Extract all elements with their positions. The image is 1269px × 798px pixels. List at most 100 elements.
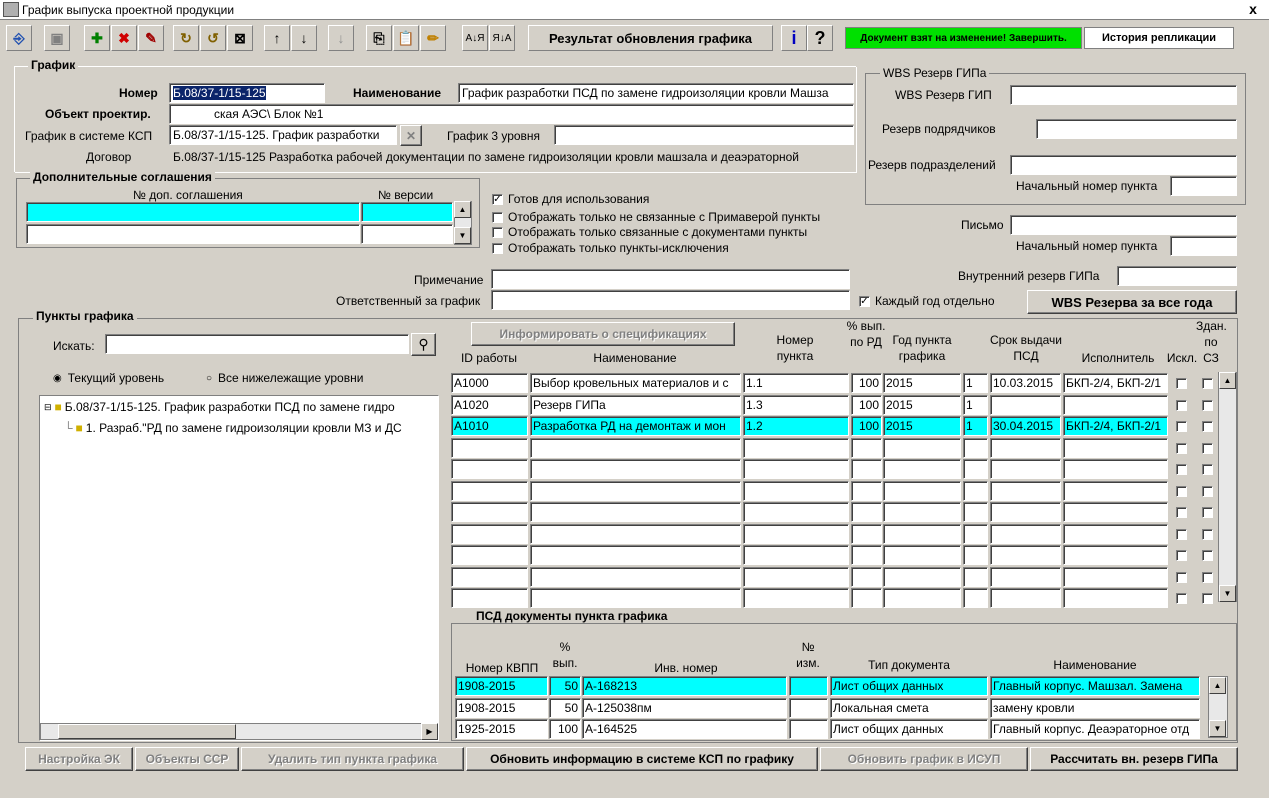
paste-icon[interactable]: 📋 xyxy=(393,25,419,51)
cancel-link-icon[interactable]: ⊠ xyxy=(227,25,253,51)
grid-cell-v[interactable] xyxy=(963,566,988,587)
scroll-down-icon[interactable]: ▼ xyxy=(454,227,471,244)
doc-cell-izm[interactable] xyxy=(789,719,828,739)
grid-cell-id[interactable]: А1020 xyxy=(451,394,528,415)
grid-cell-id[interactable] xyxy=(451,502,528,522)
grid-cell-year[interactable]: 2015 xyxy=(883,394,961,415)
grid-cell-name[interactable]: Резерв ГИПа xyxy=(530,394,741,415)
sort-desc-icon[interactable]: Я↓А xyxy=(489,25,515,51)
only-linked-docs-checkbox[interactable]: Отображать только связанные с документам… xyxy=(492,225,807,239)
grid-cell-v[interactable] xyxy=(963,502,988,522)
wbs-gip-field[interactable] xyxy=(1010,85,1237,105)
grid-cell-num[interactable] xyxy=(743,459,849,479)
grid-cell-term[interactable] xyxy=(990,394,1061,415)
grid-cell-pct[interactable] xyxy=(851,502,882,522)
grid-excl-checkbox[interactable] xyxy=(1176,442,1187,454)
grid-cell-name[interactable]: Выбор кровельных материалов и с xyxy=(530,373,741,393)
scroll-down-icon[interactable]: ▼ xyxy=(1209,720,1226,737)
grid-excl-checkbox[interactable] xyxy=(1176,507,1187,518)
grid-cell-exec[interactable] xyxy=(1063,566,1168,587)
letter-field[interactable] xyxy=(1010,215,1237,235)
doc-cell-pct[interactable]: 50 xyxy=(549,697,581,718)
grid-cell-year[interactable] xyxy=(883,459,961,479)
grid-cell-year[interactable] xyxy=(883,545,961,565)
doc-cell-name[interactable]: Главный корпус. Машзал. Замена xyxy=(990,676,1200,696)
version-cell[interactable] xyxy=(361,224,453,244)
grid-cell-num[interactable]: 1.2 xyxy=(743,416,849,436)
grid-sz-checkbox[interactable] xyxy=(1202,593,1213,604)
tree-child-node[interactable]: └ ■ 1. Разраб."РД по замене гидроизоляции … xyxy=(64,421,402,435)
grid-cell-id[interactable]: А1010 xyxy=(451,416,528,436)
grid-cell-term[interactable] xyxy=(990,545,1061,565)
grid-cell-v[interactable]: 1 xyxy=(963,416,988,436)
replication-history-button[interactable]: История репликации xyxy=(1084,27,1234,49)
doc-cell-izm[interactable] xyxy=(789,676,828,696)
grid-sz-checkbox[interactable] xyxy=(1202,399,1213,411)
inform-specifications-button[interactable]: Информировать о спецификациях xyxy=(471,322,735,346)
grid-cell-term[interactable] xyxy=(990,566,1061,587)
grid-cell-year[interactable] xyxy=(883,480,961,501)
contractors-reserve-field[interactable] xyxy=(1036,119,1237,139)
calc-reserve-button[interactable]: Рассчитать вн. резерв ГИПа xyxy=(1030,747,1238,771)
grid-cell-year[interactable] xyxy=(883,566,961,587)
grid-cell-exec[interactable] xyxy=(1063,480,1168,501)
move-down-icon[interactable]: ↓ xyxy=(291,25,317,51)
version-cell[interactable] xyxy=(361,202,453,222)
scroll-up-icon[interactable]: ▲ xyxy=(454,201,471,218)
scroll-up-icon[interactable]: ▲ xyxy=(1209,677,1226,694)
only-not-linked-checkbox[interactable]: Отображать только не связанные с Примаве… xyxy=(492,210,820,224)
grid-cell-pct[interactable] xyxy=(851,480,882,501)
grid-cell-name[interactable] xyxy=(530,588,741,608)
doc-cell-izm[interactable] xyxy=(789,697,828,718)
start-number2-field[interactable] xyxy=(1170,236,1237,256)
grid-sz-checkbox[interactable] xyxy=(1202,442,1213,454)
grid-excl-checkbox[interactable] xyxy=(1176,571,1187,583)
scroll-down-icon[interactable]: ▼ xyxy=(1219,585,1236,602)
grid-cell-year[interactable] xyxy=(883,588,961,608)
grid-cell-v[interactable] xyxy=(963,545,988,565)
ksp-field[interactable]: Б.08/37-1/15-125. График разработки xyxy=(169,125,397,145)
ssr-objects-button[interactable]: Объекты ССР xyxy=(135,747,239,771)
divisions-reserve-field[interactable] xyxy=(1010,155,1237,175)
delete-icon[interactable]: ✖ xyxy=(111,25,137,51)
grid-cell-pct[interactable]: 100 xyxy=(851,394,882,415)
grid-cell-id[interactable] xyxy=(451,566,528,587)
grid-cell-exec[interactable] xyxy=(1063,545,1168,565)
grid-cell-num[interactable] xyxy=(743,523,849,544)
grid-cell-v[interactable] xyxy=(963,437,988,458)
grid-cell-year[interactable]: 2015 xyxy=(883,373,961,393)
grid-cell-name[interactable]: Разработка РД на демонтаж и мон xyxy=(530,416,741,436)
grid-cell-num[interactable] xyxy=(743,437,849,458)
grid-sz-checkbox[interactable] xyxy=(1202,550,1213,561)
grid-cell-year[interactable]: 2015 xyxy=(883,416,961,436)
scroll-thumb[interactable] xyxy=(58,724,236,739)
grid-cell-exec[interactable] xyxy=(1063,437,1168,458)
exit-icon[interactable]: ⎆ xyxy=(6,25,32,51)
object-field[interactable]: ская АЭС\ Блок №1 xyxy=(169,104,854,124)
start-number-field[interactable] xyxy=(1170,176,1237,196)
grid-cell-pct[interactable] xyxy=(851,588,882,608)
doc-cell-inv[interactable]: А-168213 xyxy=(582,676,787,696)
grid-cell-exec[interactable]: БКП-2/4, БКП-2/1 xyxy=(1063,373,1168,393)
grid-cell-v[interactable] xyxy=(963,459,988,479)
update-isup-button[interactable]: Обновить график в ИСУП xyxy=(820,747,1028,771)
grid-scrollbar[interactable] xyxy=(1218,372,1237,602)
grid-cell-num[interactable]: 1.3 xyxy=(743,394,849,415)
doc-cell-name[interactable]: замену кровли xyxy=(990,697,1200,718)
grid-sz-checkbox[interactable] xyxy=(1202,378,1213,389)
add-icon[interactable]: ✚ xyxy=(84,25,110,51)
grid-excl-checkbox[interactable] xyxy=(1176,421,1187,432)
delete-point-type-button[interactable]: Удалить тип пункта графика xyxy=(241,747,464,771)
grid-excl-checkbox[interactable] xyxy=(1176,550,1187,561)
grid-cell-id[interactable] xyxy=(451,437,528,458)
grid-cell-name[interactable] xyxy=(530,437,741,458)
note-field[interactable] xyxy=(491,269,850,289)
binoculars-icon[interactable]: ⚲ xyxy=(411,333,436,356)
grid-cell-term[interactable] xyxy=(990,459,1061,479)
copy-icon[interactable]: ⎘ xyxy=(366,25,392,51)
points-tree[interactable] xyxy=(39,395,439,741)
move-down-disabled-icon[interactable]: ↓ xyxy=(328,25,354,51)
save-icon[interactable]: ▣ xyxy=(44,25,70,51)
number-field[interactable]: Б.08/37-1/15-125 xyxy=(169,83,325,103)
ek-settings-button[interactable]: Настройка ЭК xyxy=(25,747,133,771)
